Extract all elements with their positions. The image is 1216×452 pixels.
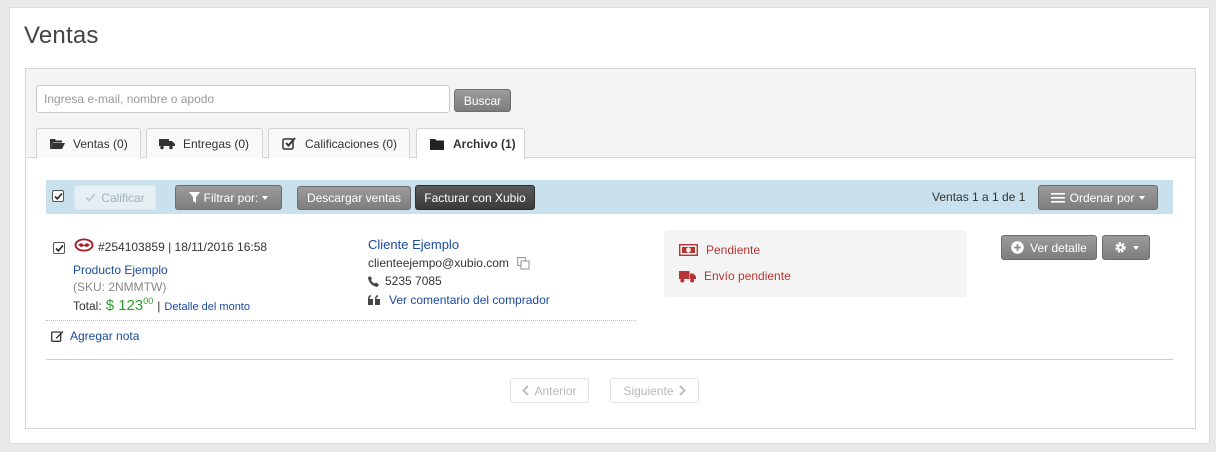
buyer-comment-link[interactable]: Ver comentario del comprador (389, 293, 550, 307)
product-link[interactable]: Producto Ejemplo (73, 263, 168, 277)
view-detail-button[interactable]: Ver detalle (1001, 235, 1097, 260)
filter-icon (188, 192, 200, 203)
folder-open-icon (49, 138, 65, 150)
shipping-status-text: Envío pendiente (704, 269, 791, 283)
tab-label: Calificaciones (0) (305, 136, 398, 151)
money-icon (679, 244, 698, 256)
chevron-left-icon (522, 385, 530, 396)
order-row: #254103859 | 18/11/2016 16:58 Producto E… (46, 224, 1173, 349)
xubio-invoice-button[interactable]: Facturar con Xubio (415, 185, 535, 210)
tab-ventas[interactable]: Ventas (0) (36, 128, 141, 158)
plus-circle-icon (1011, 241, 1024, 254)
buyer-comment[interactable]: Ver comentario del comprador (368, 293, 550, 307)
total-amount: $ 12300 (106, 296, 154, 314)
download-sales-button[interactable]: Descargar ventas (297, 186, 411, 210)
rate-button[interactable]: Calificar (74, 185, 156, 210)
filter-button-label: Filtrar por: (203, 190, 259, 205)
check-square-icon (281, 137, 297, 150)
total-label: Total: (73, 299, 102, 313)
buyer-email: clienteejempo@xubio.com (368, 256, 530, 270)
shipping-status: Envío pendiente (679, 269, 791, 283)
tab-archivo[interactable]: Archivo (1) (416, 128, 525, 159)
mercadolibre-handshake-icon (74, 238, 94, 252)
copy-icon[interactable] (516, 256, 530, 270)
next-page-label: Siguiente (623, 383, 674, 398)
total-amount-integer: $ 123 (105, 297, 144, 314)
tab-label: Entregas (0) (183, 136, 250, 151)
order-id-date: #254103859 | 18/11/2016 16:58 (98, 240, 268, 254)
add-note-label[interactable]: Agregar nota (70, 329, 139, 343)
select-all-checkbox[interactable] (52, 190, 64, 202)
check-icon (53, 192, 63, 200)
next-page-button[interactable]: Siguiente (610, 378, 699, 403)
phone-icon (368, 275, 379, 287)
orders-toolbar: Calificar Filtrar por: Descargar ventas … (46, 180, 1173, 214)
view-detail-label: Ver detalle (1030, 240, 1087, 255)
buyer-name-link[interactable]: Cliente Ejemplo (368, 237, 459, 252)
order-total: Total: $ 12300 | Detalle del monto (73, 296, 250, 314)
page-container: Ventas Buscar Ventas (0) Entregas (0) (9, 7, 1210, 444)
truck-icon (679, 270, 696, 282)
buyer-phone-text: 5235 7085 (385, 274, 442, 288)
chevron-down-icon (1132, 245, 1139, 250)
tab-calificaciones[interactable]: Calificaciones (0) (268, 128, 410, 158)
sales-panel: Buscar Ventas (0) Entregas (0) (25, 68, 1196, 429)
panel-header: Buscar Ventas (0) Entregas (0) (26, 69, 1195, 159)
rate-button-label: Calificar (101, 190, 145, 205)
total-amount-cents: 00 (143, 296, 154, 306)
order-actions-button[interactable] (1102, 235, 1150, 260)
tab-label: Ventas (0) (73, 136, 128, 151)
chevron-down-icon (262, 195, 269, 200)
quote-icon (368, 295, 380, 305)
previous-page-label: Anterior (534, 383, 577, 398)
separator: | (157, 299, 161, 313)
amount-detail-link[interactable]: Detalle del monto (164, 301, 250, 313)
list-icon (1050, 192, 1065, 203)
order-checkbox[interactable] (53, 242, 65, 254)
search-input[interactable] (36, 85, 450, 113)
tab-entregas[interactable]: Entregas (0) (146, 128, 263, 158)
buyer-phone: 5235 7085 (368, 274, 442, 288)
page-title: Ventas (24, 22, 99, 49)
tab-label: Archivo (1) (453, 137, 516, 151)
folder-icon (429, 138, 445, 150)
add-note-link[interactable]: Agregar nota (51, 329, 139, 343)
chevron-down-icon (1139, 195, 1146, 200)
divider (46, 320, 636, 321)
check-icon (54, 244, 64, 252)
filter-button[interactable]: Filtrar por: (175, 185, 282, 210)
payment-status: Pendiente (679, 243, 760, 257)
gear-icon (1114, 242, 1126, 253)
search-button[interactable]: Buscar (454, 89, 511, 112)
sort-button[interactable]: Ordenar por (1038, 185, 1158, 210)
results-count: Ventas 1 a 1 de 1 (932, 190, 1026, 204)
check-icon (85, 193, 96, 202)
truck-icon (159, 138, 175, 150)
previous-page-button[interactable]: Anterior (510, 378, 589, 403)
sort-button-label: Ordenar por (1069, 190, 1135, 205)
divider (46, 359, 1173, 360)
edit-icon (51, 331, 64, 342)
buyer-email-text: clienteejempo@xubio.com (368, 256, 509, 270)
payment-status-text: Pendiente (706, 243, 761, 257)
chevron-right-icon (678, 385, 686, 396)
product-sku: (SKU: 2NMMTW) (73, 280, 167, 294)
order-status-box: Pendiente Envío pendiente (664, 230, 967, 297)
